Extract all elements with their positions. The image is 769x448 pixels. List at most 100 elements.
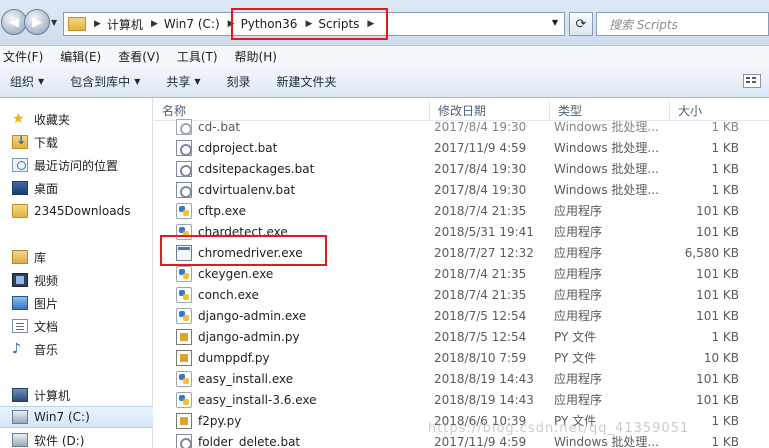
file-size: 101 KB [696,308,739,323]
computer-icon [12,388,28,402]
nav-music[interactable]: ♪ 音乐 [0,338,153,360]
breadcrumb-drive-c[interactable]: Win7 (C:) [164,17,220,31]
file-name: easy_install-3.6.exe [198,392,317,407]
forward-button[interactable]: ▶ [24,9,50,35]
file-name: cd-.bat [198,119,241,134]
nav-pictures[interactable]: 图片 [0,292,153,314]
file-row[interactable]: cftp.exe 2018/7/4 21:35 应用程序 101 KB [154,200,769,221]
file-row[interactable]: django-admin.exe 2018/7/5 12:54 应用程序 101 KB [154,305,769,326]
file-name: conch.exe [198,287,259,302]
breadcrumb-computer[interactable]: 计算机 [107,16,143,33]
burn-button[interactable]: 刻录 [227,73,251,90]
file-date: 2017/8/4 19:30 [434,161,527,176]
menu-view[interactable]: 查看(V) [118,48,160,65]
recent-places-icon [12,158,28,172]
file-type: 应用程序 [554,393,603,407]
file-row[interactable]: cdvirtualenv.bat 2017/8/4 19:30 Windows 批处… [154,179,769,200]
picture-icon [12,296,28,310]
new-folder-button[interactable]: 新建文件夹 [277,73,337,90]
file-row[interactable]: conch.exe 2018/7/4 21:35 应用程序 101 KB [154,284,769,305]
file-name-cell: ckeygen.exe [154,265,430,282]
bat-icon [176,433,192,448]
exe-icon [176,307,192,324]
file-date: 2017/8/4 19:30 [434,119,527,134]
menu-edit[interactable]: 编辑(E) [60,48,101,65]
file-name-cell: f2py.py [154,412,430,429]
file-row[interactable]: dumppdf.py 2018/8/10 7:59 PY 文件 10 KB [154,347,769,368]
arrow-left-icon: ◀ [9,14,19,30]
nav-2345downloads[interactable]: 2345Downloads [0,200,153,222]
nav-libraries[interactable]: 库 [0,246,153,268]
nav-drive-c[interactable]: Win7 (C:) [0,406,153,428]
file-name-cell: dumppdf.py [154,349,430,366]
file-size: 1 KB [711,140,739,155]
py-icon [176,412,192,429]
video-icon [12,273,28,287]
menu-tools[interactable]: 工具(T) [177,48,218,65]
file-row[interactable]: cdproject.bat 2017/11/9 4:59 Windows 批处理..… [154,137,769,158]
file-type: Windows 批处理... [554,183,659,197]
file-row[interactable]: easy_install-3.6.exe 2018/8/19 14:43 应用程序 1… [154,389,769,410]
folder-icon [68,17,86,31]
file-row[interactable]: cdsitepackages.bat 2017/8/4 19:30 Windows … [154,158,769,179]
arrow-right-icon: ▶ [32,14,42,30]
file-row[interactable]: cd-.bat 2017/8/4 19:30 Windows 批处理... 1 KB [154,116,769,137]
file-date: 2018/8/19 14:43 [434,392,534,407]
nav-desktop[interactable]: 桌面 [0,177,153,199]
file-name: ckeygen.exe [198,266,274,281]
bat-icon [176,139,192,156]
share-button[interactable]: 共享 ▼ [166,73,200,90]
file-type: 应用程序 [554,267,603,281]
file-size: 1 KB [711,182,739,197]
file-size: 1 KB [711,434,739,448]
nav-videos[interactable]: 视频 [0,269,153,291]
desktop-icon [12,181,28,195]
menu-file[interactable]: 文件(F) [3,48,43,65]
file-date: 2018/7/4 21:35 [434,287,527,302]
file-type: Windows 批处理... [554,120,659,134]
bat-icon [176,181,192,198]
file-size: 101 KB [696,371,739,386]
nav-documents[interactable]: 文档 [0,315,153,337]
nav-computer[interactable]: 计算机 [0,384,153,406]
refresh-icon: ⟳ [575,16,587,32]
nav-drive-d[interactable]: 软件 (D:) [0,429,153,448]
file-size: 101 KB [696,224,739,239]
document-icon [12,319,28,333]
search-input[interactable]: 搜索 Scripts [596,12,769,36]
recent-pages-dropdown-icon[interactable]: ▼ [51,18,57,27]
file-name: django-admin.exe [198,308,307,323]
file-type: PY 文件 [554,330,597,344]
file-type: Windows 批处理... [554,162,659,176]
nav-recent-places[interactable]: 最近访问的位置 [0,154,153,176]
include-in-library-button[interactable]: 包含到库中 ▼ [70,73,140,90]
view-options-icon[interactable] [743,74,761,88]
organize-button[interactable]: 组织 ▼ [10,73,44,90]
nav-downloads[interactable]: 下载 [0,131,153,153]
file-size: 1 KB [711,161,739,176]
chevron-down-icon[interactable]: ▼ [552,18,558,27]
bat-icon [176,160,192,177]
file-type: 应用程序 [554,372,603,386]
menu-help[interactable]: 帮助(H) [235,48,277,65]
file-row[interactable]: ckeygen.exe 2018/7/4 21:35 应用程序 101 KB [154,263,769,284]
file-row[interactable]: easy_install.exe 2018/8/19 14:43 应用程序 101 K… [154,368,769,389]
file-name-cell: cdproject.bat [154,139,430,156]
file-name: folder_delete.bat [198,434,301,448]
breadcrumb-arrow-icon[interactable]: ▶ [151,19,158,29]
file-date: 2018/7/5 12:54 [434,308,527,323]
file-type: 应用程序 [554,288,603,302]
music-icon: ♪ [12,341,21,357]
refresh-button[interactable]: ⟳ [569,12,593,36]
file-size: 101 KB [696,266,739,281]
file-size: 1 KB [711,119,739,134]
file-date: 2018/7/5 12:54 [434,329,527,344]
nav-favorites[interactable]: ★ 收藏夹 [0,108,153,130]
breadcrumb-arrow-icon[interactable]: ▶ [94,19,101,29]
highlight-box [160,235,327,266]
file-row[interactable]: django-admin.py 2018/7/5 12:54 PY 文件 1 KB [154,326,769,347]
file-type: PY 文件 [554,351,597,365]
file-date: 2018/7/4 21:35 [434,203,527,218]
watermark: https://blog.csdn.net/qq_41359051 [428,421,690,436]
file-date: 2017/11/9 4:59 [434,140,527,155]
